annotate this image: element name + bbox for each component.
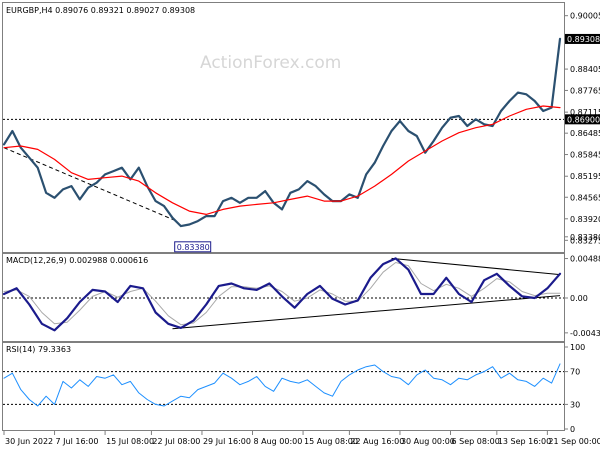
rsi-header: RSI(14) 79.3363 xyxy=(6,345,71,354)
rsi-tick-label: 0 xyxy=(570,425,575,434)
time-tick-label: 30 Jun 2022 xyxy=(5,437,53,446)
price-tick-label: 0.90005 xyxy=(570,12,600,21)
price-tick-label: 0.84565 xyxy=(570,193,600,202)
time-tick-label: 22 Aug 16:00 xyxy=(350,437,404,446)
price-tick-label: 0.83275 xyxy=(570,236,600,245)
macd-tick-label: 0.004885 xyxy=(570,255,600,264)
price-tick-label: 0.85195 xyxy=(570,172,600,181)
rsi-tick-label: 30 xyxy=(570,400,580,409)
macd-tick-label: -0.004315 xyxy=(570,329,600,338)
time-tick-label: 8 Aug 00:00 xyxy=(254,437,303,446)
time-tick-label: 21 Sep 00:00 xyxy=(548,437,600,446)
price-tick-label: 0.86485 xyxy=(570,129,600,138)
macd-tick-label: 0.00 xyxy=(570,294,588,303)
time-tick-label: 22 Jul 08:00 xyxy=(152,437,200,446)
time-tick-label: 29 Jul 16:00 xyxy=(203,437,251,446)
time-tick-label: 15 Jul 08:00 xyxy=(106,437,154,446)
chart-canvas: ActionForex.com EURGBP,H4 0.89076 0.8932… xyxy=(0,0,600,450)
rsi-tick-label: 100 xyxy=(570,343,585,352)
price-tick-label: 0.85845 xyxy=(570,151,600,160)
symbol-header: EURGBP,H4 0.89076 0.89321 0.89027 0.8930… xyxy=(6,6,195,15)
time-tick-label: 13 Sep 16:00 xyxy=(498,437,551,446)
low-label: 0.83380 xyxy=(177,243,210,252)
price-tick-label: 0.83920 xyxy=(570,215,600,224)
time-tick-label: 6 Sep 08:00 xyxy=(451,437,499,446)
watermark: ActionForex.com xyxy=(200,53,341,73)
macd-header: MACD(12,26,9) 0.002988 0.000616 xyxy=(6,256,148,265)
axis-value-tag-label: 0.86900 xyxy=(567,115,600,124)
price-tick-label: 0.87765 xyxy=(570,86,600,95)
rsi-tick-label: 70 xyxy=(570,368,580,377)
price-tick-label: 0.88405 xyxy=(570,65,600,74)
time-tick-label: 7 Jul 16:00 xyxy=(56,437,99,446)
time-tick-label: 30 Aug 00:00 xyxy=(401,437,455,446)
axis-value-tag-label: 0.89308 xyxy=(567,35,600,44)
